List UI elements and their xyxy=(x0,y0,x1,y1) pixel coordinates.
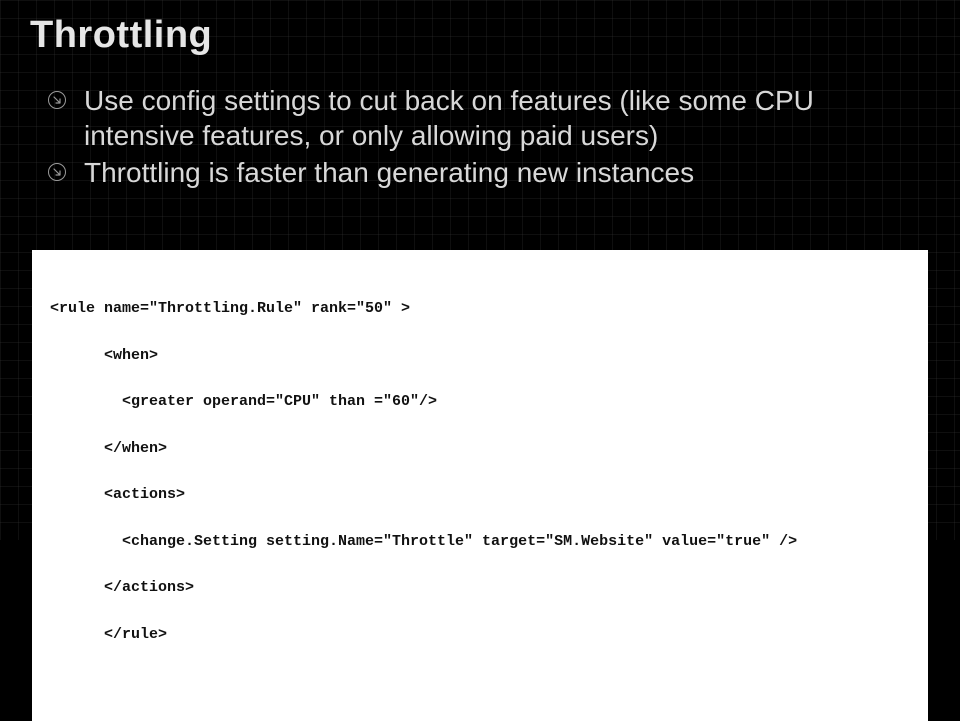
slide-title: Throttling xyxy=(30,14,930,57)
bullet-text: Use config settings to cut back on featu… xyxy=(84,85,814,151)
bullet-list: Use config settings to cut back on featu… xyxy=(30,83,930,190)
code-line: <greater operand="CPU" than ="60"/> xyxy=(50,390,910,413)
slide: Throttling Use config settings to cut ba… xyxy=(0,0,960,540)
code-line: <when> xyxy=(50,344,910,367)
code-line: <change.Setting setting.Name="Throttle" … xyxy=(50,530,910,553)
bullet-text: Throttling is faster than generating new… xyxy=(84,157,694,188)
code-line: </when> xyxy=(50,437,910,460)
bullet-item: Throttling is faster than generating new… xyxy=(48,155,930,190)
code-block: <rule name="Throttling.Rule" rank="50" >… xyxy=(32,250,928,721)
bullet-item: Use config settings to cut back on featu… xyxy=(48,83,930,153)
code-line: </actions> xyxy=(50,576,910,599)
arrow-circle-icon xyxy=(48,91,66,109)
arrow-circle-icon xyxy=(48,163,66,181)
code-line: <actions> xyxy=(50,483,910,506)
code-line: <rule name="Throttling.Rule" rank="50" > xyxy=(50,297,910,320)
code-line: </rule> xyxy=(50,623,910,646)
